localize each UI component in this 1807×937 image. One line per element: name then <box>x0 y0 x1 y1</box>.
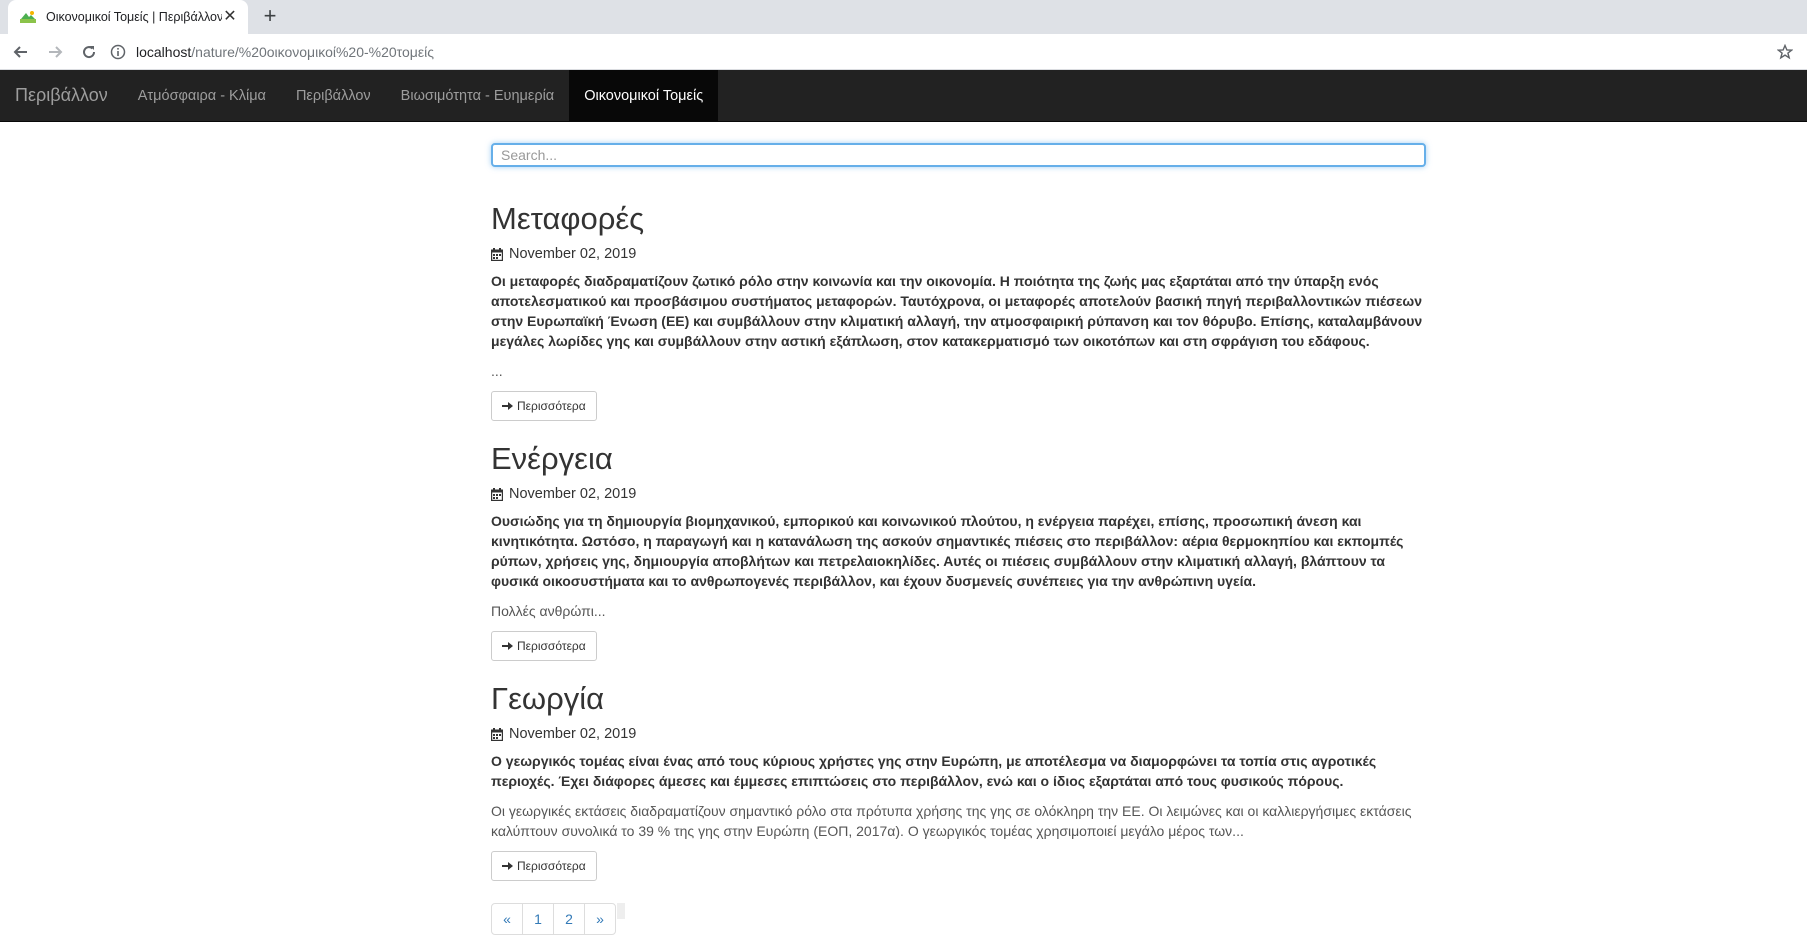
calendar-icon <box>491 487 503 501</box>
post-item: Ενέργεια November 02, 2019 Ουσιώδης για … <box>491 441 1426 661</box>
read-more-label: Περισσότερα <box>517 639 586 653</box>
post-date: November 02, 2019 <box>491 726 1426 742</box>
calendar-icon <box>491 247 503 261</box>
post-item: Γεωργία November 02, 2019 Ο γεωργικός το… <box>491 681 1426 881</box>
post-date: November 02, 2019 <box>491 486 1426 502</box>
search-input[interactable] <box>491 143 1426 167</box>
post-title[interactable]: Γεωργία <box>491 681 1426 717</box>
pagination-extra <box>617 903 625 919</box>
favicon-icon <box>20 9 36 25</box>
reload-icon[interactable] <box>76 39 102 65</box>
info-icon[interactable] <box>110 44 126 60</box>
post-title[interactable]: Ενέργεια <box>491 441 1426 477</box>
back-icon[interactable] <box>8 39 34 65</box>
post-date-text: November 02, 2019 <box>509 486 637 502</box>
post-title[interactable]: Μεταφορές <box>491 201 1426 237</box>
calendar-icon <box>491 727 503 741</box>
tab-title: Οικονομικοί Τομείς | Περιβάλλον <box>46 10 222 24</box>
post-date: November 02, 2019 <box>491 246 1426 262</box>
post-date-text: November 02, 2019 <box>509 726 637 742</box>
pagination-page-1[interactable]: 1 <box>522 903 554 935</box>
new-tab-icon[interactable]: + <box>258 5 282 29</box>
post-date-text: November 02, 2019 <box>509 246 637 262</box>
read-more-button[interactable]: Περισσότερα <box>491 391 597 421</box>
post-excerpt: ... <box>491 363 503 379</box>
post-excerpt: Οι γεωργικές εκτάσεις διαδραματίζουν σημ… <box>491 803 1412 839</box>
pagination: « 1 2 » <box>491 903 625 935</box>
pagination-prev[interactable]: « <box>491 903 523 935</box>
site-navbar: Περιβάλλον Ατμόσφαιρα - Κλίμα Περιβάλλον… <box>0 70 1807 122</box>
forward-icon[interactable] <box>42 39 68 65</box>
post-lead: Οι μεταφορές διαδραματίζουν ζωτικό ρόλο … <box>491 273 1423 349</box>
address-bar[interactable]: localhost/nature/%20οικονομικοί%20-%20το… <box>110 38 1777 66</box>
url-path: /nature/%20οικονομικοί%20-%20τομείς <box>191 43 434 60</box>
read-more-label: Περισσότερα <box>517 859 586 873</box>
browser-toolbar: localhost/nature/%20οικονομικοί%20-%20το… <box>0 34 1807 70</box>
pagination-next[interactable]: » <box>584 903 616 935</box>
read-more-button[interactable]: Περισσότερα <box>491 851 597 881</box>
pagination-page-2[interactable]: 2 <box>553 903 585 935</box>
read-more-label: Περισσότερα <box>517 399 586 413</box>
post-lead: Ο γεωργικός τομέας είναι ένας από τους κ… <box>491 753 1377 789</box>
nav-item-sustainability[interactable]: Βιωσιμότητα - Ευημερία <box>386 70 570 121</box>
browser-tab[interactable]: Οικονομικοί Τομείς | Περιβάλλον ✕ <box>8 0 248 34</box>
post-excerpt: Πολλές ανθρώπι... <box>491 603 606 619</box>
browser-tabstrip: Οικονομικοί Τομείς | Περιβάλλον ✕ + <box>0 0 1807 34</box>
navbar-brand[interactable]: Περιβάλλον <box>0 70 123 121</box>
read-more-button[interactable]: Περισσότερα <box>491 631 597 661</box>
nav-item-economic-sectors[interactable]: Οικονομικοί Τομείς <box>569 70 719 121</box>
post-lead: Ουσιώδης για τη δημιουργία βιομηχανικού,… <box>491 513 1404 589</box>
close-tab-icon[interactable]: ✕ <box>222 9 238 25</box>
bookmark-star-icon[interactable] <box>1777 43 1793 60</box>
nav-item-environment[interactable]: Περιβάλλον <box>281 70 386 121</box>
arrow-right-icon <box>502 861 513 871</box>
post-item: Μεταφορές November 02, 2019 Οι μεταφορές… <box>491 201 1426 421</box>
arrow-right-icon <box>502 401 513 411</box>
url-host: localhost <box>136 43 192 60</box>
nav-item-atmosphere-climate[interactable]: Ατμόσφαιρα - Κλίμα <box>123 70 281 121</box>
arrow-right-icon <box>502 641 513 651</box>
